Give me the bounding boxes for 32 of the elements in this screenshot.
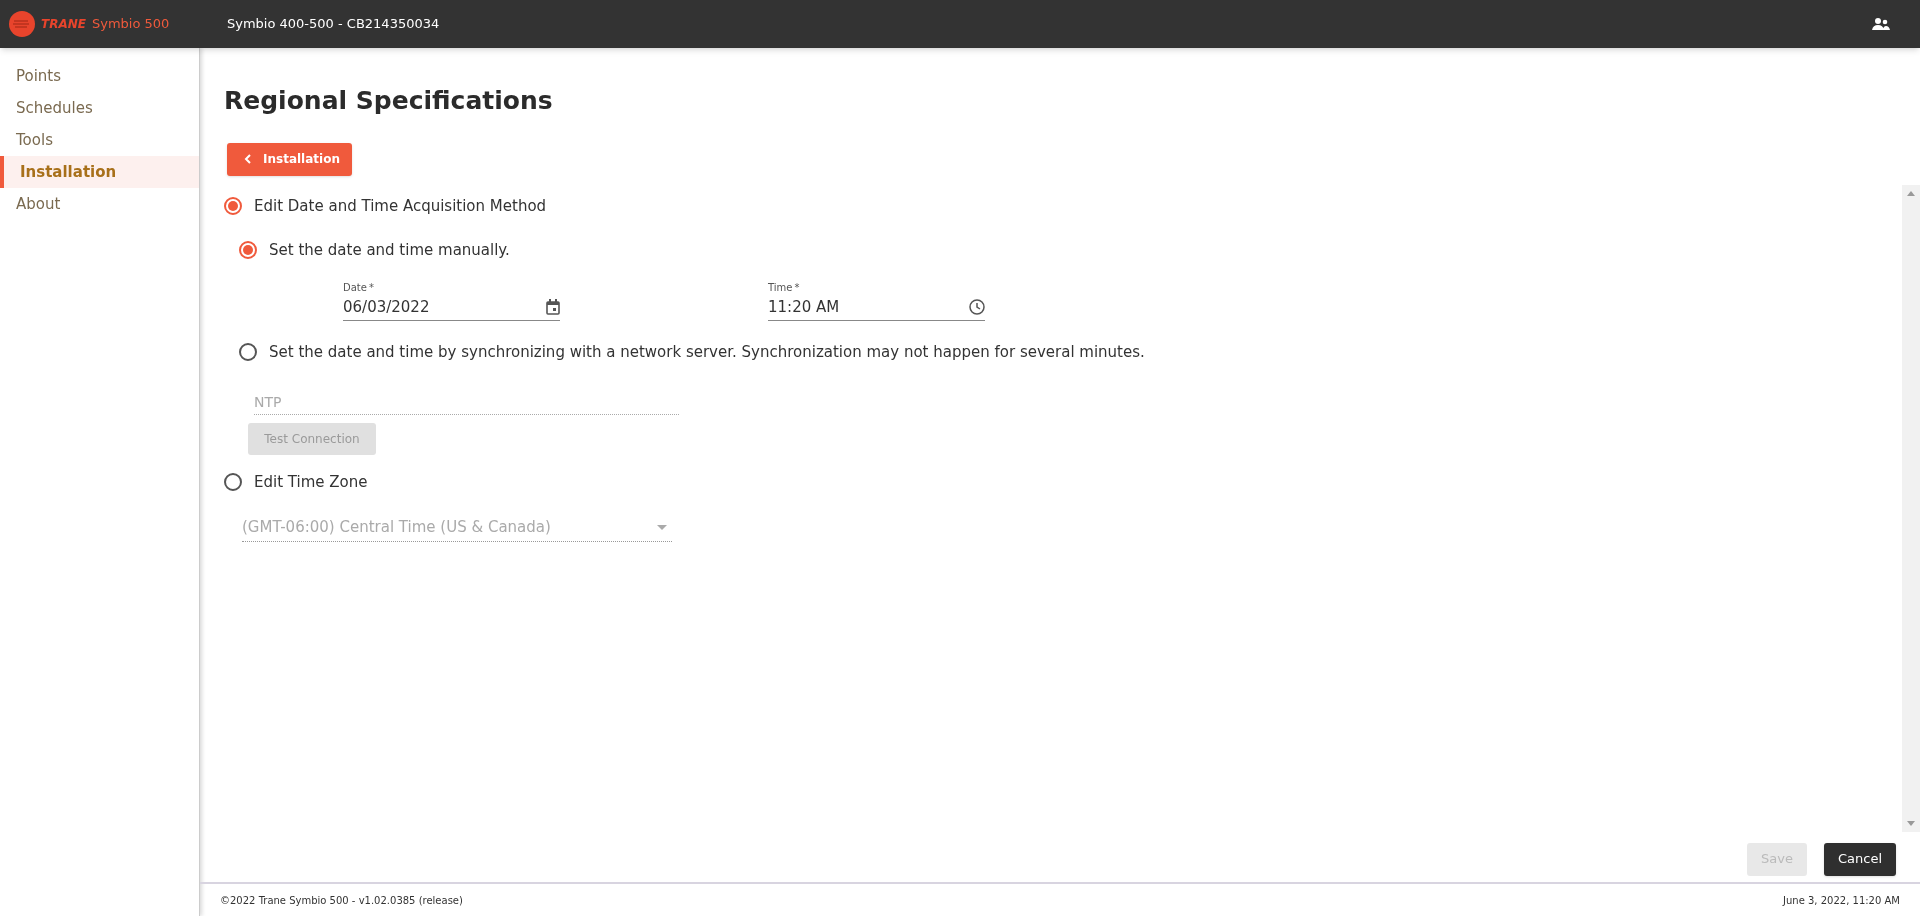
back-button[interactable]: Installation (227, 142, 352, 176)
option-label: Set the date and time by synchronizing with a network server. Synchronization may not happen for several minutes. (269, 341, 1145, 363)
radio-button[interactable] (239, 342, 257, 361)
logo-icon (9, 11, 35, 37)
cancel-button[interactable]: Cancel (1823, 842, 1896, 876)
input-field[interactable]: 06/03/2022 (343, 294, 560, 321)
input-field[interactable]: 11:20 AM (768, 294, 985, 321)
device-title: Symbio 400-500 - CB214350034 (227, 15, 440, 34)
users-icon[interactable] (1872, 18, 1890, 30)
option-label: Edit Date and Time Acquisition Method (254, 195, 547, 217)
page-title: Regional Specifications (224, 85, 554, 117)
sidebar-item[interactable]: About (0, 188, 199, 220)
copyright-text: ©2022 Trane Symbio 500 - v1.02.0385 (release) (220, 893, 463, 908)
sidebar-item[interactable]: Tools (0, 124, 199, 156)
radio-button[interactable] (224, 196, 242, 215)
field-label: Date (343, 280, 367, 295)
required-mark: * (368, 280, 374, 295)
brand-logo: TRANE (41, 16, 86, 33)
option-label: Set the date and time manually. (269, 240, 510, 261)
calendar-icon[interactable] (546, 299, 560, 315)
sidebar-item[interactable]: Installation (0, 156, 199, 188)
footer-timestamp: June 3, 2022, 11:20 AM (1783, 893, 1900, 908)
required-mark: * (794, 280, 800, 295)
sidebar-item[interactable]: Points (0, 60, 199, 92)
sidebar-item[interactable]: Schedules (0, 92, 199, 124)
dropdown-caret-icon (657, 524, 667, 530)
product-name: Symbio 500 (91, 15, 170, 34)
chevron-left-icon (244, 154, 251, 164)
radio-button[interactable] (239, 241, 257, 260)
clock-icon[interactable] (969, 299, 985, 315)
field-label: Time (768, 280, 793, 295)
option-label: Edit Time Zone (254, 472, 368, 493)
